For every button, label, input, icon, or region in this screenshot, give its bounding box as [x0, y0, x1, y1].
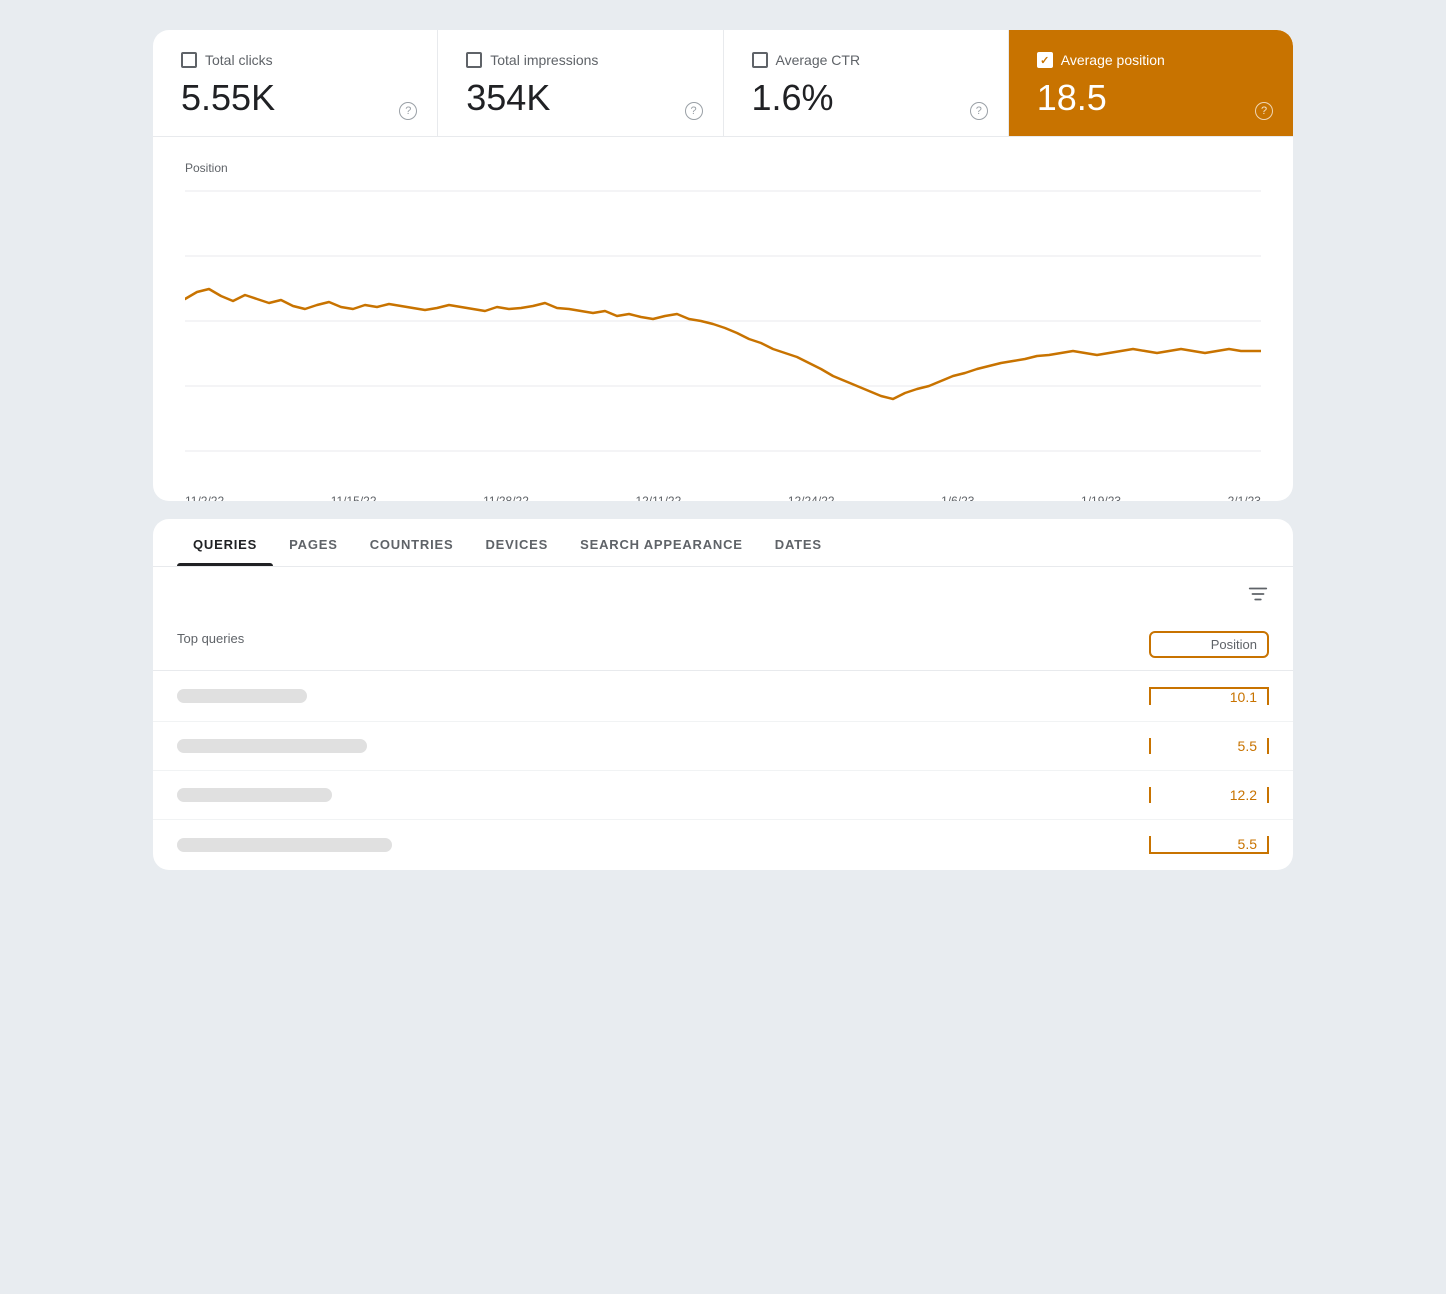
table-row: 10.1 — [153, 671, 1293, 722]
table-header-position-container: Position — [1149, 631, 1269, 658]
chart-wrapper: 0 10 20 30 11/2/22 11/15/22 11/28/22 12/… — [185, 181, 1261, 481]
table-position-3: 12.2 — [1149, 787, 1269, 803]
metric-info-ctr[interactable]: ? — [970, 102, 988, 120]
metric-label-position: Average position — [1061, 52, 1165, 68]
x-label-3: 12/11/22 — [635, 494, 681, 501]
x-label-4: 12/24/22 — [788, 494, 835, 501]
table-row: 12.2 — [153, 771, 1293, 820]
tabs-row: QUERIES PAGES COUNTRIES DEVICES SEARCH A… — [153, 519, 1293, 567]
query-blur-4 — [177, 838, 1149, 852]
main-container: Total clicks 5.55K ? Total impressions 3… — [153, 30, 1293, 870]
metric-label-ctr: Average CTR — [776, 52, 861, 68]
metric-info-position[interactable]: ? — [1255, 102, 1273, 120]
table-toolbar — [153, 567, 1293, 619]
table-header-position: Position — [1149, 631, 1269, 658]
metric-total-clicks[interactable]: Total clicks 5.55K ? — [153, 30, 438, 136]
metric-label-impressions: Total impressions — [490, 52, 598, 68]
metric-value-impressions: 354K — [466, 78, 694, 118]
table-row: 5.5 — [153, 722, 1293, 771]
tab-devices[interactable]: DEVICES — [469, 519, 564, 566]
query-blur-3 — [177, 788, 1149, 802]
tab-search-appearance[interactable]: SEARCH APPEARANCE — [564, 519, 759, 566]
query-blur-1 — [177, 689, 1149, 703]
x-label-7: 2/1/23 — [1228, 494, 1261, 501]
metric-value-ctr: 1.6% — [752, 78, 980, 118]
chart-svg: 0 10 20 30 — [185, 181, 1261, 481]
filter-icon[interactable] — [1247, 583, 1269, 611]
metric-value-position: 18.5 — [1037, 78, 1265, 118]
x-label-1: 11/15/22 — [331, 494, 377, 501]
metric-checkbox-clicks[interactable] — [181, 52, 197, 68]
metric-value-clicks: 5.55K — [181, 78, 409, 118]
tab-countries[interactable]: COUNTRIES — [354, 519, 470, 566]
metric-header-ctr: Average CTR — [752, 52, 980, 68]
table-position-1: 10.1 — [1149, 687, 1269, 705]
x-label-5: 1/6/23 — [941, 494, 974, 501]
metric-checkbox-impressions[interactable] — [466, 52, 482, 68]
metric-checkbox-position[interactable] — [1037, 52, 1053, 68]
chart-y-label: Position — [185, 161, 1261, 175]
metric-checkbox-ctr[interactable] — [752, 52, 768, 68]
table-header-query: Top queries — [177, 631, 1149, 658]
table-header-row: Top queries Position — [153, 619, 1293, 671]
query-blur-2 — [177, 739, 1149, 753]
metric-info-impressions[interactable]: ? — [685, 102, 703, 120]
tab-queries[interactable]: QUERIES — [177, 519, 273, 566]
metric-info-clicks[interactable]: ? — [399, 102, 417, 120]
metric-header-clicks: Total clicks — [181, 52, 409, 68]
metrics-chart-card: Total clicks 5.55K ? Total impressions 3… — [153, 30, 1293, 501]
table-position-2: 5.5 — [1149, 738, 1269, 754]
tab-pages[interactable]: PAGES — [273, 519, 354, 566]
chart-area: Position 0 10 20 30 — [153, 137, 1293, 501]
tab-dates[interactable]: DATES — [759, 519, 838, 566]
metric-label-clicks: Total clicks — [205, 52, 273, 68]
bottom-card: QUERIES PAGES COUNTRIES DEVICES SEARCH A… — [153, 519, 1293, 870]
metric-header-position: Average position — [1037, 52, 1265, 68]
x-label-0: 11/2/22 — [185, 494, 224, 501]
metric-average-position[interactable]: Average position 18.5 ? — [1009, 30, 1293, 136]
metric-header-impressions: Total impressions — [466, 52, 694, 68]
metric-average-ctr[interactable]: Average CTR 1.6% ? — [724, 30, 1009, 136]
metrics-row: Total clicks 5.55K ? Total impressions 3… — [153, 30, 1293, 137]
metric-total-impressions[interactable]: Total impressions 354K ? — [438, 30, 723, 136]
x-label-2: 11/28/22 — [483, 494, 529, 501]
x-label-6: 1/19/23 — [1081, 494, 1121, 501]
table-row: 5.5 — [153, 820, 1293, 870]
table-position-4: 5.5 — [1149, 836, 1269, 854]
